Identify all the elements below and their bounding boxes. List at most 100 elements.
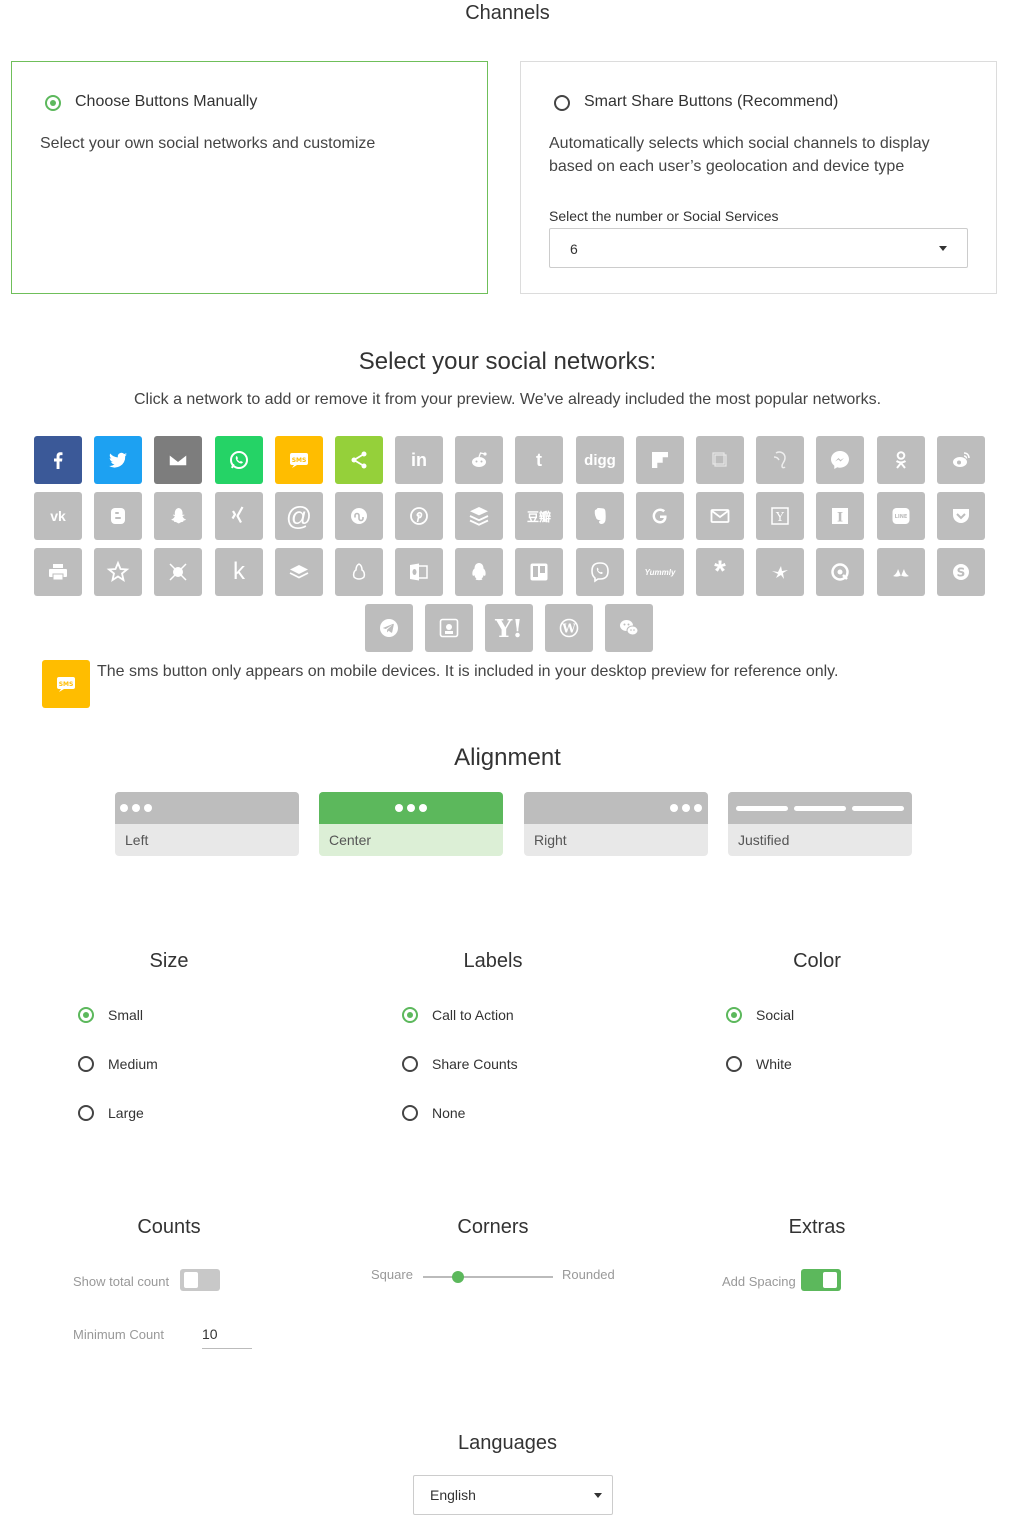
alignment-justified[interactable]: Justified <box>728 792 912 856</box>
color-white-radio[interactable] <box>726 1056 742 1072</box>
size-small-radio[interactable] <box>78 1007 94 1023</box>
skype-icon[interactable]: S <box>937 548 985 596</box>
size-large-label: Large <box>108 1105 144 1121</box>
outlook-icon[interactable] <box>395 548 443 596</box>
copy-icon[interactable] <box>696 436 744 484</box>
flipboard-icon[interactable] <box>636 436 684 484</box>
svg-text:Y: Y <box>775 510 785 524</box>
douban-icon[interactable]: 豆瓣 <box>515 492 563 540</box>
print-icon[interactable] <box>34 548 82 596</box>
smart-share-description-line1: Automatically selects which social chann… <box>549 135 930 152</box>
yahoo-icon[interactable]: Y! <box>485 604 533 652</box>
delicious-icon[interactable] <box>275 548 323 596</box>
sms-note-icon: SMS <box>42 660 90 708</box>
size-large-radio[interactable] <box>78 1105 94 1121</box>
pinterest-icon[interactable] <box>395 492 443 540</box>
instapaper-icon[interactable]: I <box>816 492 864 540</box>
wechat-icon[interactable] <box>605 604 653 652</box>
toggle-knob <box>184 1272 198 1288</box>
color-social-radio[interactable] <box>726 1007 742 1023</box>
linkedin-icon[interactable]: in <box>395 436 443 484</box>
snapchat-icon[interactable] <box>154 492 202 540</box>
networks-heading: Select your social networks: <box>358 348 657 375</box>
size-medium-radio[interactable] <box>78 1056 94 1072</box>
kik-glyph: k <box>233 558 245 585</box>
labels-none-radio[interactable] <box>402 1105 418 1121</box>
line-icon[interactable]: LINE <box>877 492 925 540</box>
refind-icon[interactable] <box>154 548 202 596</box>
meneame-icon[interactable] <box>94 548 142 596</box>
threema-icon[interactable] <box>816 548 864 596</box>
whatsapp-icon[interactable] <box>215 436 263 484</box>
alignment-center[interactable]: Center <box>319 792 503 856</box>
svg-text:W: W <box>561 622 576 636</box>
livejournal-glyph: * <box>714 555 726 588</box>
choose-manually-radio[interactable] <box>45 95 61 111</box>
wordpress-icon[interactable]: W <box>545 604 593 652</box>
choose-manually-card[interactable]: Choose Buttons Manually Select your own … <box>11 61 488 294</box>
vk-icon[interactable]: vk <box>34 492 82 540</box>
evernote-icon[interactable] <box>576 492 624 540</box>
corners-slider-track[interactable] <box>423 1276 553 1278</box>
add-spacing-toggle[interactable] <box>801 1269 841 1291</box>
vk-classic-icon[interactable] <box>425 604 473 652</box>
labels-share-counts-radio[interactable] <box>402 1056 418 1072</box>
surfingbird-icon[interactable] <box>756 548 804 596</box>
svg-text:SMS: SMS <box>59 681 74 688</box>
renren-icon[interactable] <box>877 548 925 596</box>
stumbleupon-icon[interactable] <box>335 492 383 540</box>
xing-icon[interactable] <box>215 492 263 540</box>
blogger-icon[interactable] <box>94 492 142 540</box>
gmail-icon[interactable] <box>696 492 744 540</box>
sharethis-icon[interactable] <box>335 436 383 484</box>
minimum-count-label: Minimum Count <box>73 1327 165 1342</box>
qzone-icon[interactable] <box>455 548 503 596</box>
yahoo-glyph: Y! <box>495 613 523 643</box>
alignment-justified-label: Justified <box>738 832 790 848</box>
sms-icon[interactable]: SMS <box>275 436 323 484</box>
minimum-count-input[interactable]: 10 <box>202 1324 252 1349</box>
alignment-right-bar <box>524 792 708 824</box>
corners-rounded-label: Rounded <box>562 1267 615 1282</box>
trello-icon[interactable] <box>515 548 563 596</box>
corners-slider-thumb[interactable] <box>452 1271 465 1283</box>
weibo-icon[interactable] <box>937 436 985 484</box>
livejournal-icon[interactable]: * <box>696 548 744 596</box>
viber-icon[interactable] <box>576 548 624 596</box>
labels-cta-radio[interactable] <box>402 1007 418 1023</box>
color-heading: Color <box>793 950 841 972</box>
alignment-right[interactable]: Right <box>524 792 708 856</box>
labels-heading: Labels <box>463 950 523 972</box>
kik-icon[interactable]: k <box>215 548 263 596</box>
email-icon[interactable] <box>154 436 202 484</box>
show-total-count-label: Show total count <box>73 1274 170 1289</box>
alignment-left-bar <box>115 792 299 824</box>
messenger-icon[interactable] <box>816 436 864 484</box>
digg-icon[interactable]: digg <box>576 436 624 484</box>
twitter-icon[interactable] <box>94 436 142 484</box>
service-count-select[interactable]: 6 <box>549 228 968 268</box>
google-icon[interactable] <box>636 492 684 540</box>
tencent-qq-icon[interactable] <box>335 548 383 596</box>
odnoklassniki-icon[interactable] <box>877 436 925 484</box>
language-select[interactable]: English <box>413 1475 613 1515</box>
facebook-icon[interactable] <box>34 436 82 484</box>
mailru-icon[interactable]: @ <box>275 492 323 540</box>
linkedin-glyph: in <box>411 449 427 470</box>
evernote-alt-icon[interactable] <box>756 436 804 484</box>
smart-share-radio[interactable] <box>554 95 570 111</box>
buffer-icon[interactable] <box>455 492 503 540</box>
color-social-label: Social <box>756 1007 795 1023</box>
telegram-icon[interactable] <box>365 604 413 652</box>
yummly-y-icon[interactable]: Y <box>756 492 804 540</box>
choose-manually-title: Choose Buttons Manually <box>75 93 258 110</box>
pocket-icon[interactable] <box>937 492 985 540</box>
yummly-icon[interactable]: Yummly <box>636 548 684 596</box>
alignment-left[interactable]: Left <box>115 792 299 856</box>
show-total-count-toggle[interactable] <box>180 1269 220 1291</box>
tumblr-icon[interactable]: t <box>515 436 563 484</box>
tumblr-glyph: t <box>536 449 542 470</box>
smart-share-card[interactable]: Smart Share Buttons (Recommend) Automati… <box>520 61 997 294</box>
reddit-icon[interactable] <box>455 436 503 484</box>
corners-heading: Corners <box>457 1216 529 1238</box>
